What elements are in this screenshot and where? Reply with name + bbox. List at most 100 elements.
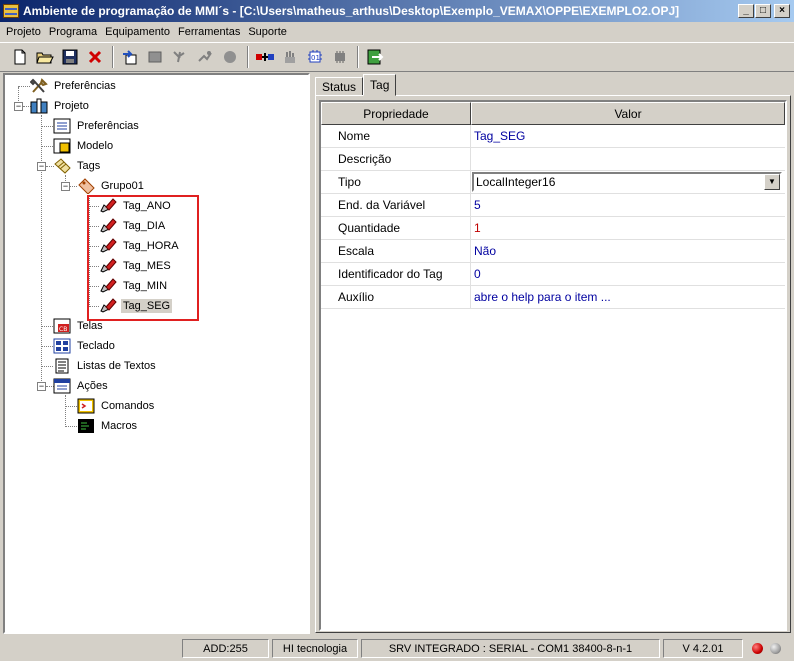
menu-equipamento[interactable]: Equipamento	[101, 26, 174, 38]
tree-label: Preferências	[77, 120, 139, 132]
property-value-descricao[interactable]	[471, 148, 785, 170]
new-file-icon[interactable]	[8, 45, 32, 69]
tab-tag[interactable]: Tag	[363, 74, 397, 96]
tree-item-tags[interactable]: Tags	[53, 157, 102, 175]
tree-line	[41, 146, 53, 147]
status-server: SRV INTEGRADO : SERIAL - COM1 38400-8-n-…	[361, 639, 660, 658]
projeto-collapse-icon[interactable]: −	[14, 102, 23, 111]
tree-label: Macros	[101, 420, 138, 432]
text-list-icon	[53, 358, 71, 374]
property-name: End. da Variável	[321, 194, 471, 216]
stop-icon[interactable]	[143, 45, 167, 69]
property-value-end-variavel[interactable]: 5	[471, 194, 785, 216]
property-grid: Propriedade Valor Nome Tag_SEG Descrição…	[319, 100, 787, 631]
tree-item-preferencias-root[interactable]: Preferências	[30, 77, 118, 95]
tree-label: Teclado	[77, 340, 115, 352]
group-icon	[77, 178, 95, 194]
record-icon[interactable]	[218, 45, 242, 69]
open-folder-icon[interactable]	[33, 45, 57, 69]
svg-text:CB: CB	[59, 326, 67, 333]
tree-label: Preferências	[54, 80, 116, 92]
property-name: Tipo	[321, 171, 471, 193]
minimize-button[interactable]: _	[738, 4, 754, 18]
close-button[interactable]: ×	[774, 4, 790, 18]
status-version: V 4.2.01	[663, 639, 743, 658]
chevron-down-icon[interactable]: ▼	[764, 174, 780, 190]
property-value-quantidade[interactable]: 1	[471, 217, 785, 239]
menu-programa[interactable]: Programa	[45, 26, 101, 38]
property-name: Escala	[321, 240, 471, 262]
tab-status[interactable]: Status	[315, 77, 364, 96]
tipo-select-value: LocalInteger16	[476, 175, 556, 189]
delete-x-icon[interactable]	[83, 45, 107, 69]
property-value-identificador[interactable]: 0	[471, 263, 785, 285]
settings-list-icon	[53, 118, 71, 134]
screen-icon: CB	[53, 318, 71, 334]
toolbar-separator	[112, 46, 114, 68]
status-bar: ADD:255 HI tecnologia SRV INTEGRADO : SE…	[0, 636, 794, 661]
tipo-select[interactable]: LocalInteger16 ▼	[472, 172, 782, 192]
hand-icon[interactable]	[278, 45, 302, 69]
app-icon[interactable]	[3, 4, 19, 18]
grid-row-tipo: Tipo LocalInteger16 ▼	[321, 171, 785, 194]
tree-item-projeto[interactable]: Projeto	[30, 97, 91, 115]
tree-item-teclado[interactable]: Teclado	[53, 337, 117, 355]
project-icon	[30, 98, 48, 114]
macros-icon	[77, 418, 95, 434]
tags-collapse-icon[interactable]: −	[37, 162, 46, 171]
tree-label: Comandos	[101, 400, 155, 412]
property-value-nome[interactable]: Tag_SEG	[471, 125, 785, 147]
tab-content: Propriedade Valor Nome Tag_SEG Descrição…	[315, 95, 791, 633]
menu-suporte[interactable]: Suporte	[244, 26, 291, 38]
tree-line	[65, 395, 66, 427]
grid-row-escala: Escala Não	[321, 240, 785, 263]
tab-strip: Status Tag	[315, 74, 397, 96]
chip-icon[interactable]: 01	[303, 45, 327, 69]
property-name: Quantidade	[321, 217, 471, 239]
tree-line	[41, 366, 53, 367]
tags-icon	[53, 158, 71, 174]
property-name: Nome	[321, 125, 471, 147]
column-header-propriedade[interactable]: Propriedade	[321, 102, 471, 125]
connection-led-red-icon	[752, 643, 763, 654]
tree-item-preferencias[interactable]: Preferências	[53, 117, 141, 135]
title-bar: Ambiente de programação de MMI´s - [C:\U…	[0, 0, 794, 22]
save-disk-icon[interactable]	[58, 45, 82, 69]
tree-item-listas-de-textos[interactable]: Listas de Textos	[53, 357, 158, 375]
compile-icon[interactable]	[168, 45, 192, 69]
grupo-collapse-icon[interactable]: −	[61, 182, 70, 191]
svg-text:01: 01	[311, 54, 320, 62]
project-tree[interactable]: − − − − Preferências Projeto Preferência…	[3, 73, 310, 634]
download-icon[interactable]	[253, 45, 277, 69]
tree-item-modelo[interactable]: Modelo	[53, 137, 115, 155]
status-company: HI tecnologia	[272, 639, 358, 658]
property-value-escala[interactable]: Não	[471, 240, 785, 262]
grid-row-quantidade: Quantidade 1	[321, 217, 785, 240]
menu-ferramentas[interactable]: Ferramentas	[174, 26, 244, 38]
link-icon[interactable]	[193, 45, 217, 69]
tree-label: Tags	[77, 160, 101, 172]
tree-item-comandos[interactable]: Comandos	[77, 397, 156, 415]
tree-line	[41, 126, 53, 127]
tree-label: Projeto	[54, 100, 89, 112]
tree-item-acoes[interactable]: Ações	[53, 377, 110, 395]
tree-label: Ações	[77, 380, 108, 392]
grid-header: Propriedade Valor	[321, 102, 785, 125]
tree-item-macros[interactable]: Macros	[77, 417, 139, 435]
exit-icon[interactable]	[363, 45, 387, 69]
acoes-collapse-icon[interactable]: −	[37, 382, 46, 391]
tree-label: Telas	[77, 320, 103, 332]
tree-item-grupo01[interactable]: Grupo01	[77, 177, 146, 195]
property-value-auxilio[interactable]: abre o help para o item ...	[471, 286, 785, 308]
export-icon[interactable]	[118, 45, 142, 69]
device-icon[interactable]	[328, 45, 352, 69]
tree-line	[18, 86, 30, 87]
keyboard-icon	[53, 338, 71, 354]
toolbar-separator	[357, 46, 359, 68]
properties-panel: Status Tag Propriedade Valor Nome Tag_SE…	[313, 73, 793, 634]
grid-row-end-variavel: End. da Variável 5	[321, 194, 785, 217]
highlight-box	[87, 195, 199, 321]
maximize-button[interactable]: □	[755, 4, 771, 18]
column-header-valor[interactable]: Valor	[471, 102, 785, 125]
menu-projeto[interactable]: Projeto	[2, 26, 45, 38]
